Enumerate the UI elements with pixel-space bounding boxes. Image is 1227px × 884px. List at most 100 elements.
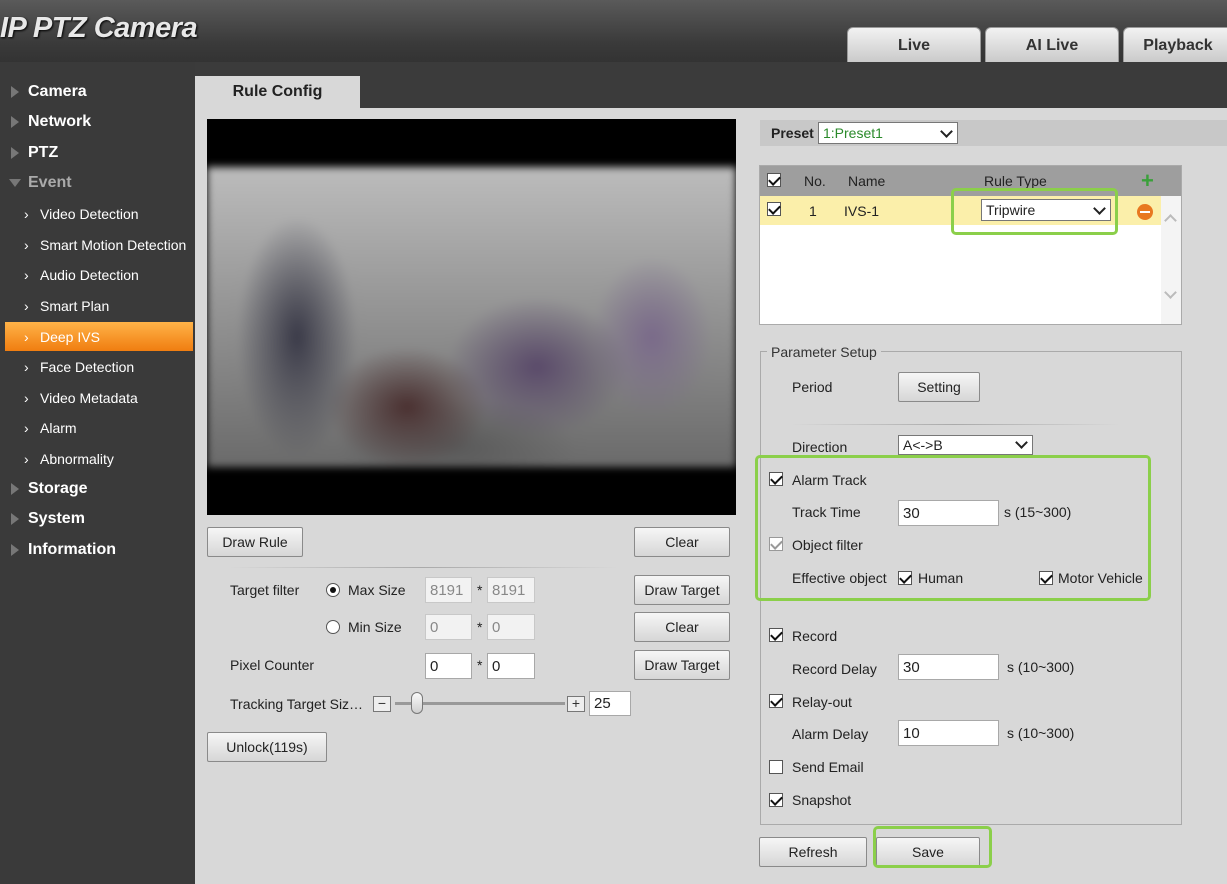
sidebar-item-audio-detection[interactable]: › Audio Detection <box>5 260 193 289</box>
sidebar-item-ptz[interactable]: PTZ <box>0 138 195 168</box>
chevron-right-icon: › <box>24 266 29 283</box>
clear-rule-button[interactable]: Clear <box>634 527 730 557</box>
sidebar-item-smart-motion-detection[interactable]: › Smart Motion Detection <box>5 230 193 259</box>
chevron-right-icon: › <box>24 450 29 467</box>
snapshot-checkbox[interactable] <box>769 793 783 807</box>
sidebar-item-face-detection[interactable]: › Face Detection <box>5 352 193 381</box>
min-size-label: Min Size <box>348 619 402 635</box>
human-checkbox[interactable] <box>898 571 912 585</box>
save-button[interactable]: Save <box>876 837 980 867</box>
remove-rule-icon[interactable] <box>1137 204 1153 220</box>
min-size-radio[interactable] <box>326 620 340 634</box>
select-all-checkbox[interactable] <box>767 173 781 187</box>
pixel-width-input[interactable]: 0 <box>425 653 472 679</box>
column-name: Name <box>848 173 886 189</box>
chevron-down-icon[interactable] <box>1164 286 1177 299</box>
max-size-label: Max Size <box>348 582 406 598</box>
chevron-right-icon: › <box>24 236 29 253</box>
max-width-input[interactable]: 8191 <box>425 577 472 603</box>
unlock-button[interactable]: Unlock(119s) <box>207 732 327 762</box>
triangle-down-icon <box>9 179 21 187</box>
sidebar-item-deep-ivs[interactable]: › Deep IVS <box>5 322 193 351</box>
rule-table: No. Name Rule Type + 1 IVS-1 Tripwire <box>759 165 1182 325</box>
direction-select[interactable]: A<->B <box>898 435 1033 455</box>
sidebar-item-video-detection[interactable]: › Video Detection <box>5 199 193 228</box>
setting-button[interactable]: Setting <box>898 372 980 402</box>
refresh-button[interactable]: Refresh <box>759 837 867 867</box>
chevron-down-icon <box>1015 436 1028 449</box>
draw-target-max-button[interactable]: Draw Target <box>634 575 730 605</box>
sidebar-item-information[interactable]: Information <box>0 535 195 565</box>
motor-vehicle-checkbox[interactable] <box>1039 571 1053 585</box>
rule-table-header: No. Name Rule Type + <box>760 166 1181 196</box>
track-time-range: s (15~300) <box>1004 504 1072 520</box>
record-checkbox[interactable] <box>769 628 783 642</box>
send-email-checkbox[interactable] <box>769 760 783 774</box>
alarm-delay-label: Alarm Delay <box>792 726 869 742</box>
min-width-input[interactable]: 0 <box>425 614 472 640</box>
record-delay-input[interactable]: 30 <box>898 654 999 680</box>
sidebar-item-smart-plan[interactable]: › Smart Plan <box>5 291 193 320</box>
divider <box>790 424 1120 425</box>
clear-target-button[interactable]: Clear <box>634 612 730 642</box>
snapshot-label: Snapshot <box>792 792 852 808</box>
tracking-size-slider-thumb[interactable] <box>411 692 424 714</box>
chevron-right-icon: › <box>24 389 29 406</box>
draw-target-pixel-button[interactable]: Draw Target <box>634 650 730 680</box>
min-height-input[interactable]: 0 <box>487 614 535 640</box>
relay-out-checkbox[interactable] <box>769 694 783 708</box>
chevron-right-icon: › <box>24 328 29 345</box>
preset-select[interactable]: 1:Preset1 <box>818 122 958 144</box>
pixel-height-input[interactable]: 0 <box>487 653 535 679</box>
add-rule-icon[interactable]: + <box>1141 168 1154 194</box>
divider <box>228 567 618 568</box>
sidebar-item-alarm[interactable]: › Alarm <box>5 413 193 442</box>
alarm-track-checkbox[interactable] <box>769 472 783 486</box>
record-delay-range: s (10~300) <box>1007 659 1075 675</box>
max-height-input[interactable]: 8191 <box>487 577 535 603</box>
parameter-setup-box <box>760 351 1182 825</box>
direction-label: Direction <box>792 439 848 455</box>
sidebar-item-abnormality[interactable]: › Abnormality <box>5 444 193 473</box>
target-filter-label: Target filter <box>230 582 300 598</box>
rule-type-select[interactable]: Tripwire <box>981 199 1111 221</box>
row-checkbox[interactable] <box>767 202 781 216</box>
sidebar-item-network[interactable]: Network <box>0 107 195 137</box>
tab-rule-config[interactable]: Rule Config <box>195 76 360 108</box>
object-filter-checkbox[interactable] <box>769 537 783 551</box>
chevron-down-icon <box>1093 202 1106 215</box>
minus-icon[interactable]: − <box>373 696 391 712</box>
times-symbol: * <box>477 657 483 673</box>
column-no: No. <box>804 173 826 189</box>
alarm-delay-input[interactable]: 10 <box>898 720 999 746</box>
track-time-label: Track Time <box>792 504 861 520</box>
max-size-radio[interactable] <box>326 583 340 597</box>
draw-rule-button[interactable]: Draw Rule <box>207 527 303 557</box>
alarm-track-label: Alarm Track <box>792 472 867 488</box>
tab-ai-live[interactable]: AI Live <box>985 27 1119 63</box>
track-time-input[interactable]: 30 <box>898 500 999 526</box>
object-filter-label: Object filter <box>792 537 863 553</box>
record-label: Record <box>792 628 838 644</box>
video-frame <box>207 167 736 467</box>
triangle-right-icon <box>11 544 19 556</box>
sidebar-item-storage[interactable]: Storage <box>0 474 195 504</box>
sidebar-item-video-metadata[interactable]: › Video Metadata <box>5 383 193 412</box>
tab-playback[interactable]: Playback <box>1123 27 1227 63</box>
triangle-right-icon <box>11 86 19 98</box>
tracking-target-size-label: Tracking Target Siz… <box>230 696 364 712</box>
video-preview[interactable] <box>207 119 736 515</box>
chevron-right-icon: › <box>24 205 29 222</box>
table-scrollbar[interactable] <box>1161 196 1181 324</box>
tracking-size-input[interactable]: 25 <box>589 691 631 716</box>
sidebar-item-event[interactable]: Event <box>0 168 195 198</box>
sidebar-item-system[interactable]: System <box>0 504 195 534</box>
sidebar-item-camera[interactable]: Camera <box>0 77 195 107</box>
parameter-setup-title: Parameter Setup <box>767 344 881 360</box>
row-name: IVS-1 <box>844 203 880 219</box>
table-row[interactable]: 1 IVS-1 Tripwire <box>760 196 1161 225</box>
tab-live[interactable]: Live <box>847 27 981 63</box>
chevron-up-icon[interactable] <box>1164 214 1177 227</box>
plus-icon[interactable]: + <box>567 696 585 712</box>
period-label: Period <box>792 379 833 395</box>
